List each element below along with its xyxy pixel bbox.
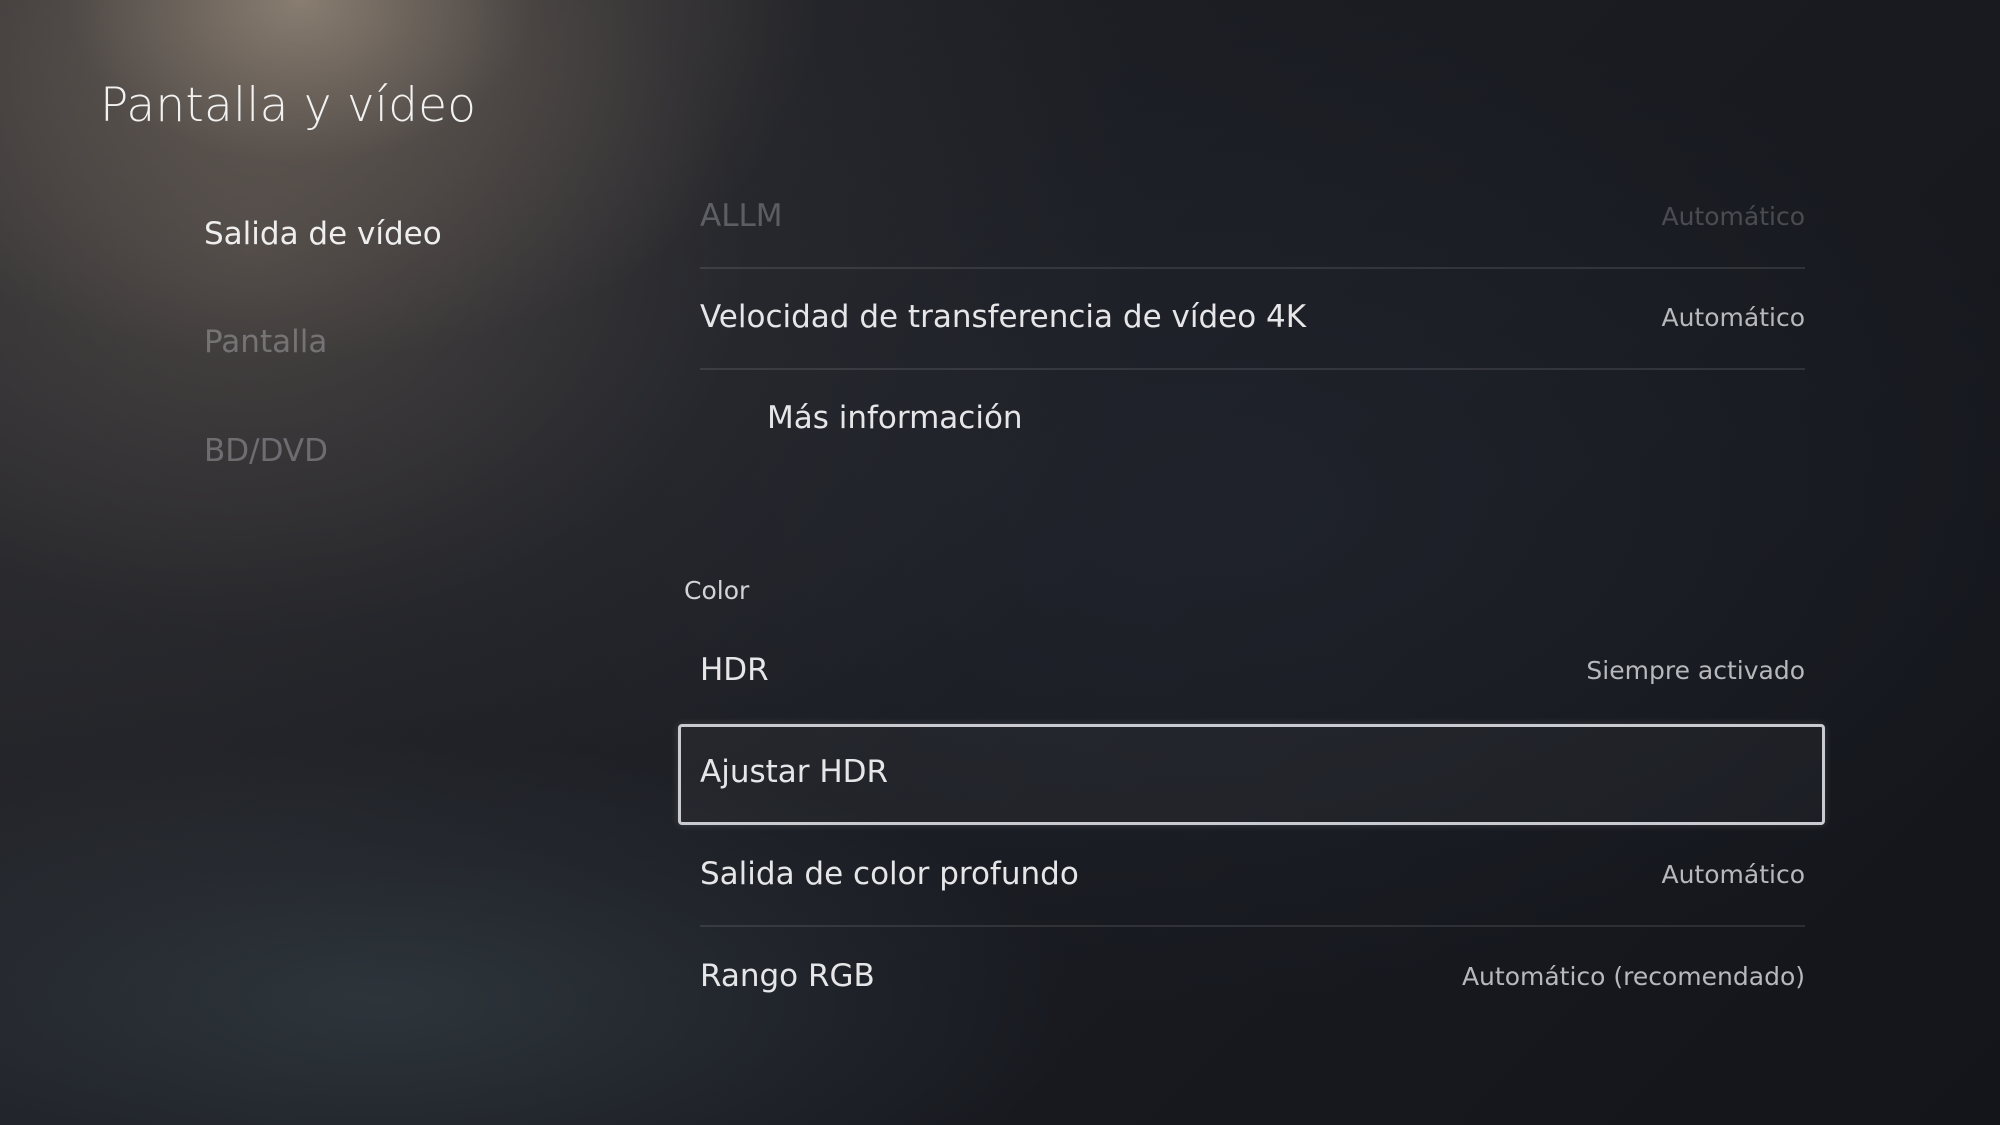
settings-screen: Pantalla y vídeo Salida de vídeo Pantall…	[0, 0, 2000, 1125]
setting-row-4k-transfer-rate[interactable]: Velocidad de transferencia de vídeo 4K A…	[700, 269, 1805, 370]
setting-row-rgb-range[interactable]: Rango RGB Automático (recomendado)	[700, 928, 1805, 1029]
side-nav-item-bd-dvd[interactable]: BD/DVD	[204, 433, 328, 469]
setting-label: HDR	[700, 652, 769, 688]
setting-label: Salida de color profundo	[700, 856, 1079, 892]
setting-label: Rango RGB	[700, 958, 875, 994]
setting-value: Automático	[1661, 860, 1805, 889]
setting-row-allm[interactable]: ALLM Automático	[700, 168, 1805, 269]
setting-label: Velocidad de transferencia de vídeo 4K	[700, 299, 1307, 335]
setting-label: ALLM	[700, 198, 783, 234]
setting-value: Siempre activado	[1586, 656, 1805, 685]
side-nav-item-video-output[interactable]: Salida de vídeo	[204, 216, 442, 252]
setting-row-deep-color-output[interactable]: Salida de color profundo Automático	[700, 826, 1805, 927]
setting-row-adjust-hdr[interactable]: Ajustar HDR	[678, 724, 1825, 825]
side-nav-item-screen[interactable]: Pantalla	[204, 324, 327, 360]
setting-value: Automático	[1661, 202, 1805, 231]
setting-value: Automático	[1661, 303, 1805, 332]
setting-value: Automático (recomendado)	[1461, 962, 1805, 991]
section-header-color: Color	[684, 576, 750, 605]
more-info-link: Más información	[767, 400, 1023, 436]
setting-row-hdr[interactable]: HDR Siempre activado	[700, 622, 1805, 723]
setting-label: Ajustar HDR	[700, 754, 889, 790]
settings-list: ALLM Automático Velocidad de transferenc…	[678, 0, 1828, 1125]
page-title: Pantalla y vídeo	[100, 78, 477, 133]
setting-row-more-info[interactable]: Más información	[700, 370, 1805, 471]
row-divider	[700, 925, 1805, 927]
